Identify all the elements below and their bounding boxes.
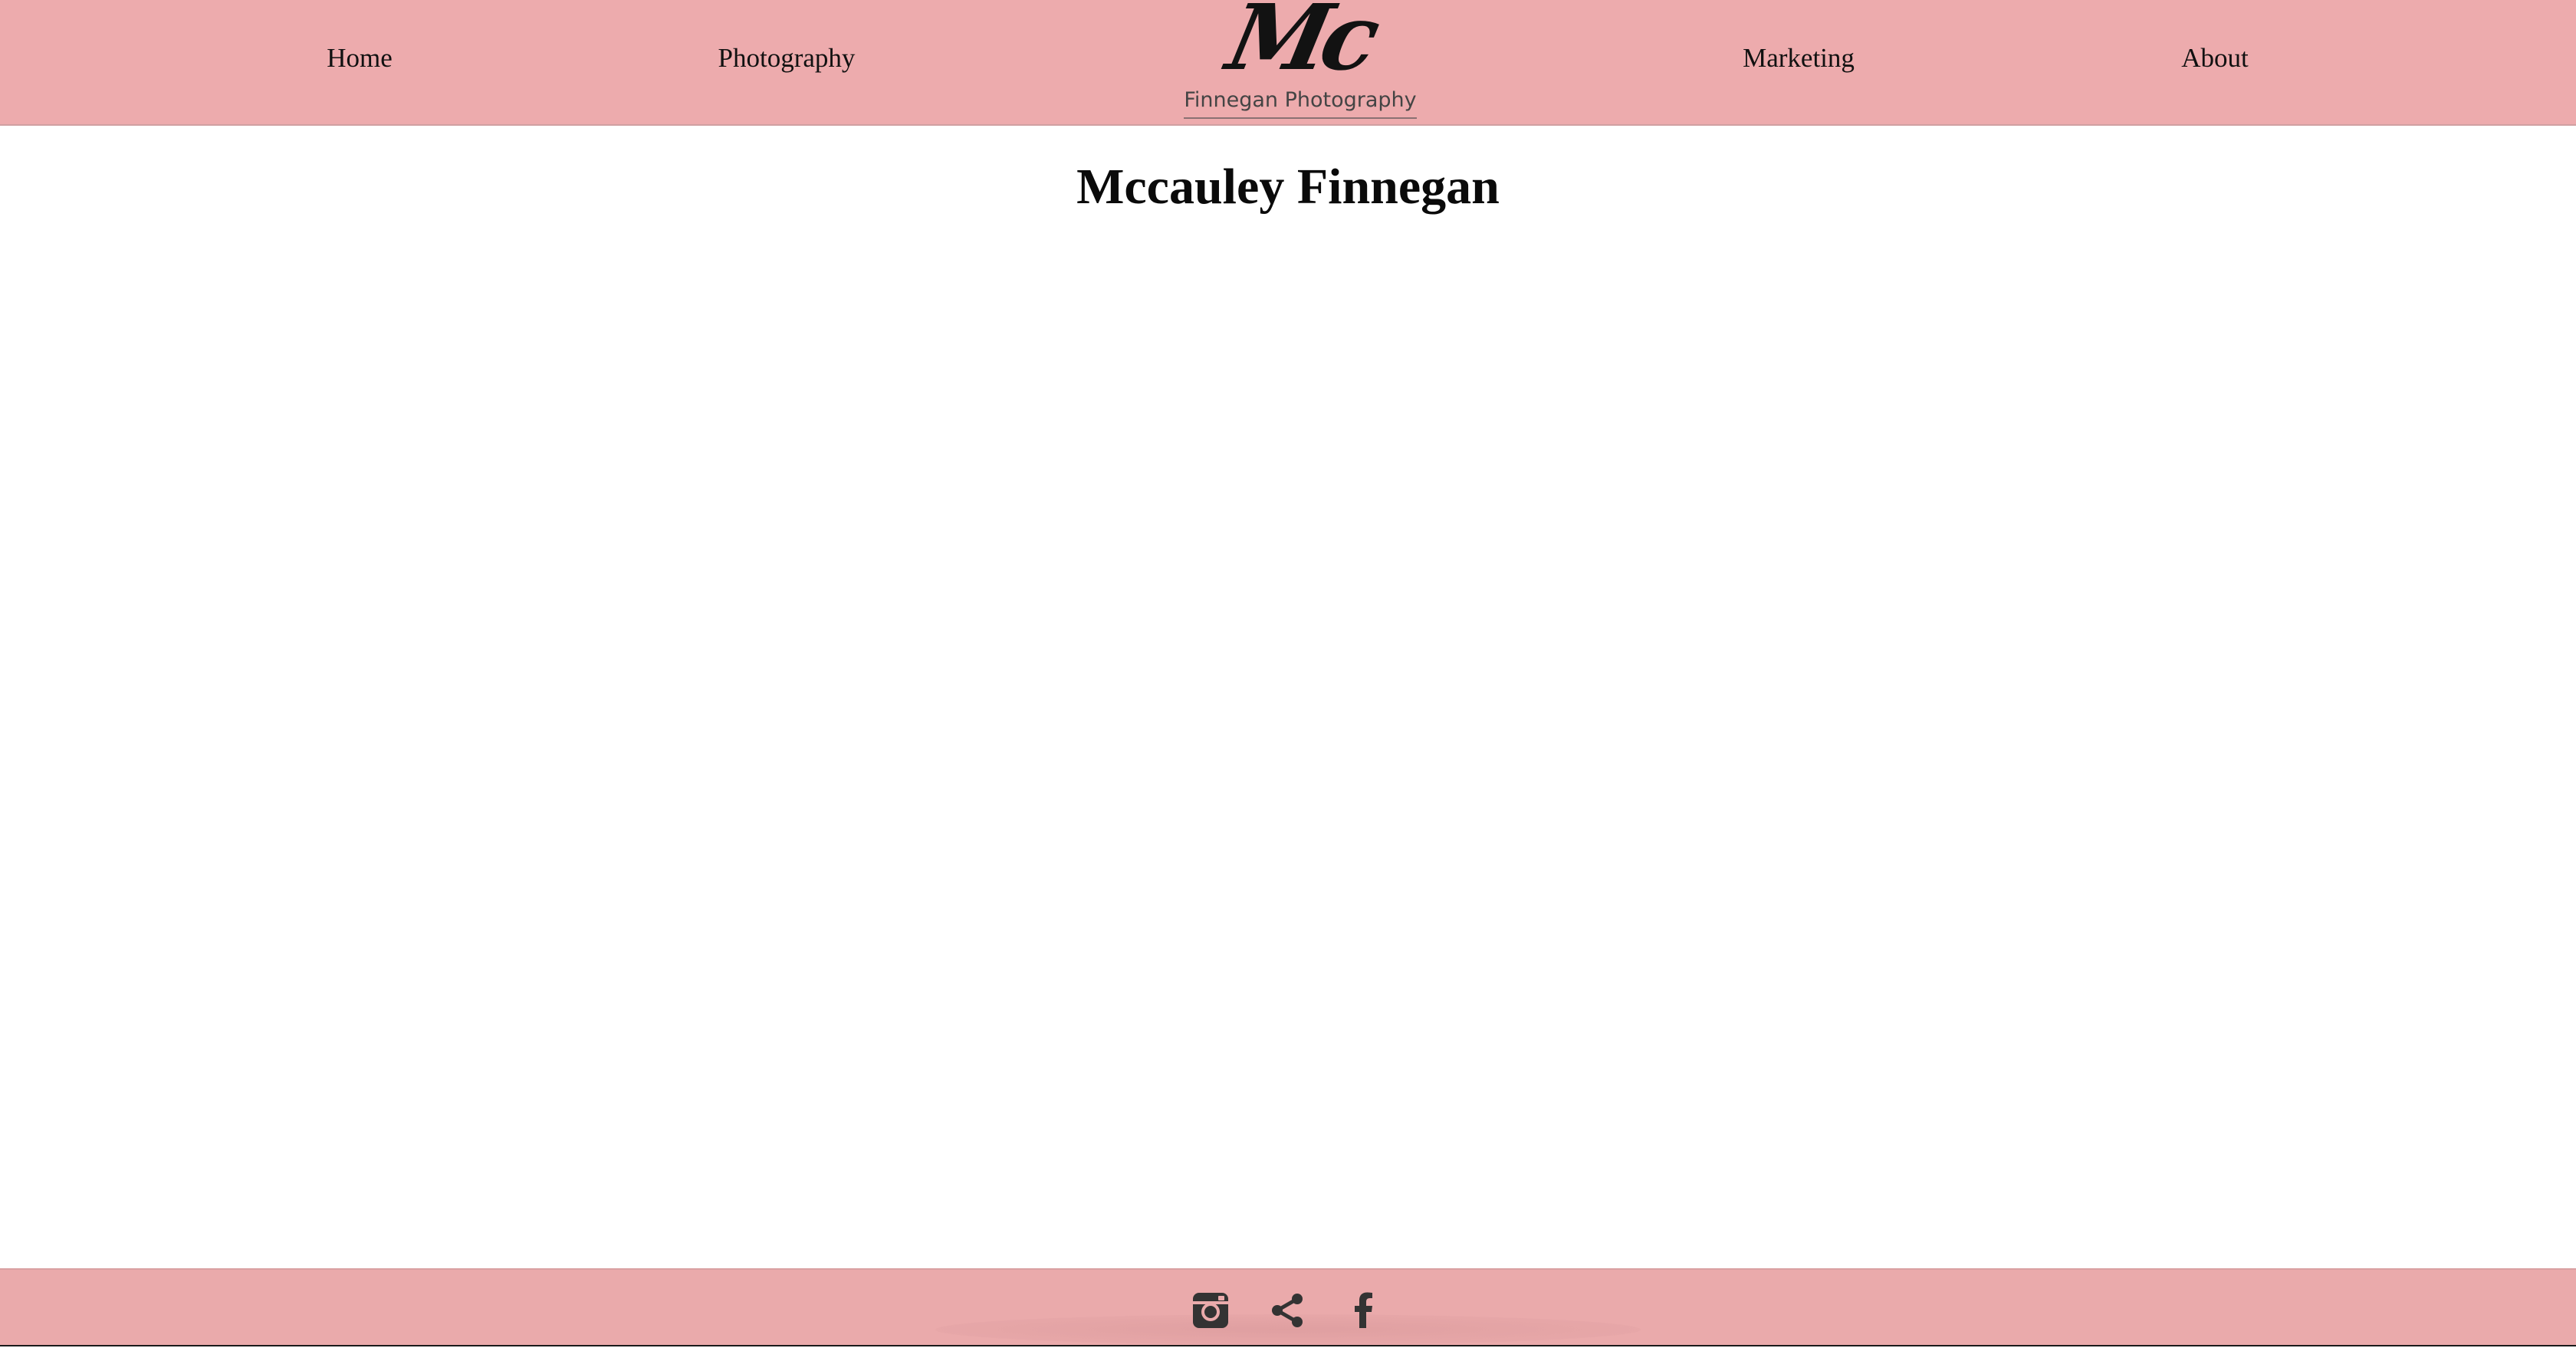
instagram-icon[interactable]	[1191, 1291, 1230, 1330]
site-footer	[0, 1268, 2576, 1346]
nav-marketing-link[interactable]: Marketing	[1743, 38, 1855, 78]
nav-about-link[interactable]: About	[2181, 38, 2249, 78]
page: Home Photography Mc Finnegan Photography…	[0, 0, 2576, 1348]
site-logo[interactable]: Mc Finnegan Photography	[1181, 0, 1420, 124]
logo-underline	[1184, 117, 1417, 119]
logo-subtitle: Finnegan Photography	[1184, 88, 1417, 112]
page-title: Mccauley Finnegan	[1076, 159, 1500, 215]
nav-home-link[interactable]: Home	[327, 38, 393, 78]
nav-photography-link[interactable]: Photography	[718, 38, 856, 78]
site-header: Home Photography Mc Finnegan Photography…	[0, 0, 2576, 126]
logo-monogram: Mc	[1219, 0, 1382, 90]
share-icon[interactable]	[1268, 1291, 1306, 1330]
facebook-icon[interactable]	[1345, 1291, 1383, 1330]
